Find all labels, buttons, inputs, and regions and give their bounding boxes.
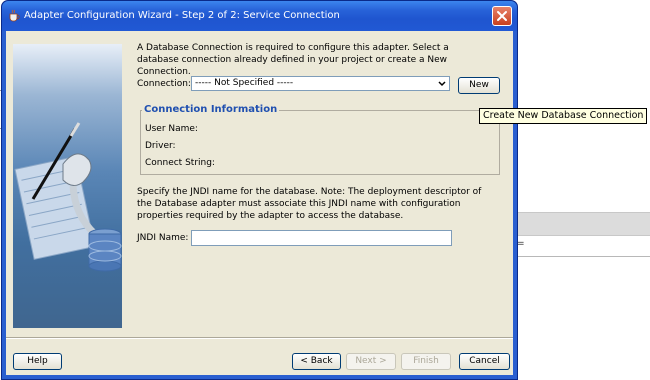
jndi-description: Specify the JNDI name for the database. …: [137, 187, 482, 221]
new-connection-button[interactable]: New: [458, 77, 500, 94]
background-divider: [517, 256, 650, 257]
jndi-name-input[interactable]: [191, 230, 452, 246]
wizard-dialog: Adapter Configuration Wizard - Step 2 of…: [1, 0, 518, 380]
footer-separator: [6, 337, 513, 339]
jndi-name-label: JNDI Name:: [137, 233, 189, 243]
connect-string-label: Connect String:: [145, 158, 215, 168]
back-button[interactable]: < Back: [292, 353, 341, 370]
user-name-label: User Name:: [145, 124, 198, 134]
app-cup-icon: [9, 9, 20, 22]
dialog-body: A Database Connection is required to con…: [6, 31, 513, 375]
window-title: Adapter Configuration Wizard - Step 2 of…: [24, 10, 340, 21]
driver-label: Driver:: [145, 141, 176, 151]
next-button[interactable]: Next >: [346, 353, 396, 370]
connection-label: Connection:: [137, 79, 191, 89]
title-bar[interactable]: Adapter Configuration Wizard - Step 2 of…: [2, 1, 517, 31]
new-connection-tooltip: Create New Database Connection: [479, 108, 648, 124]
close-icon: [497, 11, 507, 21]
connection-select-value: ----- Not Specified -----: [195, 78, 294, 88]
wizard-illustration: [13, 44, 122, 328]
background-toolbar-strip: [517, 212, 650, 236]
help-button[interactable]: Help: [13, 353, 62, 370]
background-window: [517, 0, 650, 380]
connection-info-title: Connection Information: [142, 104, 280, 115]
chevron-down-icon[interactable]: [435, 77, 449, 90]
connection-select[interactable]: ----- Not Specified -----: [191, 76, 450, 91]
intro-text: A Database Connection is required to con…: [137, 43, 449, 77]
cancel-button[interactable]: Cancel: [459, 353, 510, 370]
finish-button[interactable]: Finish: [401, 353, 451, 370]
database-plug-illustration: [14, 122, 122, 272]
close-button[interactable]: [492, 6, 512, 26]
